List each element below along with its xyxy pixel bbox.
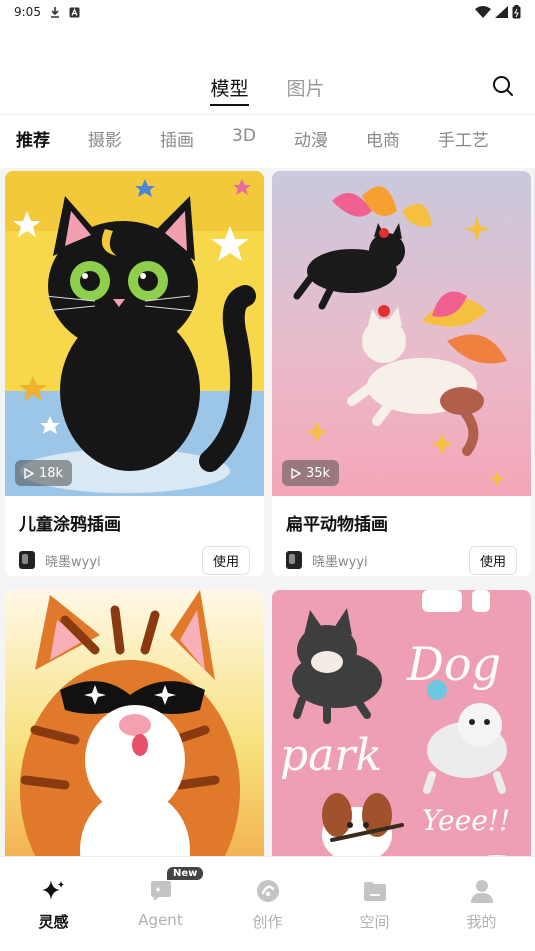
nav-label: Agent bbox=[138, 911, 183, 929]
battery-icon bbox=[512, 5, 521, 19]
flying-cats-illustration-image: 35k bbox=[272, 171, 531, 496]
category-illustration[interactable]: 插画 bbox=[160, 126, 194, 158]
new-badge: New bbox=[167, 867, 204, 880]
dog-word: Dog bbox=[406, 637, 501, 691]
category-recommended[interactable]: 推荐 bbox=[16, 126, 50, 158]
nav-label: 空间 bbox=[359, 913, 390, 931]
signal-icon bbox=[495, 6, 508, 18]
author-name[interactable]: 晓墨wyyi bbox=[45, 551, 202, 570]
category-3d[interactable]: 3D bbox=[232, 126, 256, 158]
play-icon bbox=[291, 467, 301, 479]
model-card[interactable]: Dog park Yeee!! bbox=[272, 590, 531, 856]
model-card[interactable]: 18k 儿童涂鸦插画 晓墨wyyi 使用 bbox=[5, 171, 264, 576]
model-feed[interactable]: 18k 儿童涂鸦插画 晓墨wyyi 使用 35k 扁平动物插画 晓墨wyyi 使… bbox=[0, 168, 535, 856]
nav-profile[interactable]: 我的 bbox=[428, 857, 535, 951]
notification-a-icon bbox=[69, 7, 80, 17]
play-count: 35k bbox=[306, 465, 331, 481]
play-count-badge: 18k bbox=[15, 460, 73, 486]
author-avatar[interactable] bbox=[286, 551, 302, 569]
header-divider bbox=[0, 114, 535, 115]
tab-models[interactable]: 模型 bbox=[210, 70, 249, 110]
status-time: 9:05 bbox=[14, 5, 41, 19]
nav-inspiration[interactable]: 灵感 bbox=[0, 857, 107, 951]
nav-create[interactable]: 创作 bbox=[214, 857, 321, 951]
category-anime[interactable]: 动漫 bbox=[294, 126, 328, 158]
park-word: park bbox=[280, 730, 382, 781]
nav-label: 我的 bbox=[466, 913, 497, 931]
use-button[interactable]: 使用 bbox=[201, 545, 250, 575]
search-icon[interactable] bbox=[491, 74, 515, 98]
category-handicraft[interactable]: 手工艺 bbox=[438, 126, 489, 158]
card-title: 儿童涂鸦插画 bbox=[19, 515, 121, 535]
nav-space[interactable]: 空间 bbox=[321, 857, 428, 951]
nav-agent[interactable]: New Agent bbox=[107, 857, 214, 951]
author-avatar[interactable] bbox=[19, 551, 35, 569]
create-icon bbox=[254, 877, 282, 905]
category-photography[interactable]: 摄影 bbox=[88, 126, 122, 158]
status-bar: 9:05 bbox=[0, 0, 535, 24]
tab-images[interactable]: 图片 bbox=[287, 70, 325, 110]
agent-chat-icon bbox=[147, 877, 175, 905]
sparkle-icon bbox=[40, 877, 68, 905]
nav-label: 创作 bbox=[252, 913, 283, 931]
play-count: 18k bbox=[39, 465, 64, 481]
download-icon bbox=[50, 7, 59, 18]
profile-icon bbox=[468, 877, 496, 905]
play-icon bbox=[24, 467, 34, 479]
pixel-tabby-cat-image bbox=[5, 590, 264, 856]
folder-icon bbox=[361, 877, 389, 905]
category-ecommerce[interactable]: 电商 bbox=[366, 126, 400, 158]
model-card[interactable] bbox=[5, 590, 264, 856]
category-bar: 推荐 摄影 插画 3D 动漫 电商 手工艺 bbox=[16, 126, 535, 158]
yeee-word: Yeee!! bbox=[422, 804, 510, 837]
dog-park-illustration-image: Dog park Yeee!! bbox=[272, 590, 531, 856]
top-tab-bar: 模型 图片 bbox=[0, 70, 535, 110]
black-cat-doodle-image: 18k bbox=[5, 171, 264, 496]
author-name[interactable]: 晓墨wyyi bbox=[312, 551, 469, 570]
nav-label: 灵感 bbox=[38, 913, 69, 931]
bottom-nav-bar: 灵感 New Agent 创作 空间 我的 bbox=[0, 856, 535, 951]
model-card[interactable]: 35k 扁平动物插画 晓墨wyyi 使用 bbox=[272, 171, 531, 576]
card-meta: 晓墨wyyi 使用 bbox=[5, 536, 264, 576]
wifi-icon bbox=[475, 6, 491, 18]
use-button[interactable]: 使用 bbox=[468, 545, 517, 575]
card-meta: 晓墨wyyi 使用 bbox=[272, 536, 531, 576]
card-title: 扁平动物插画 bbox=[286, 515, 388, 535]
play-count-badge: 35k bbox=[282, 460, 340, 486]
